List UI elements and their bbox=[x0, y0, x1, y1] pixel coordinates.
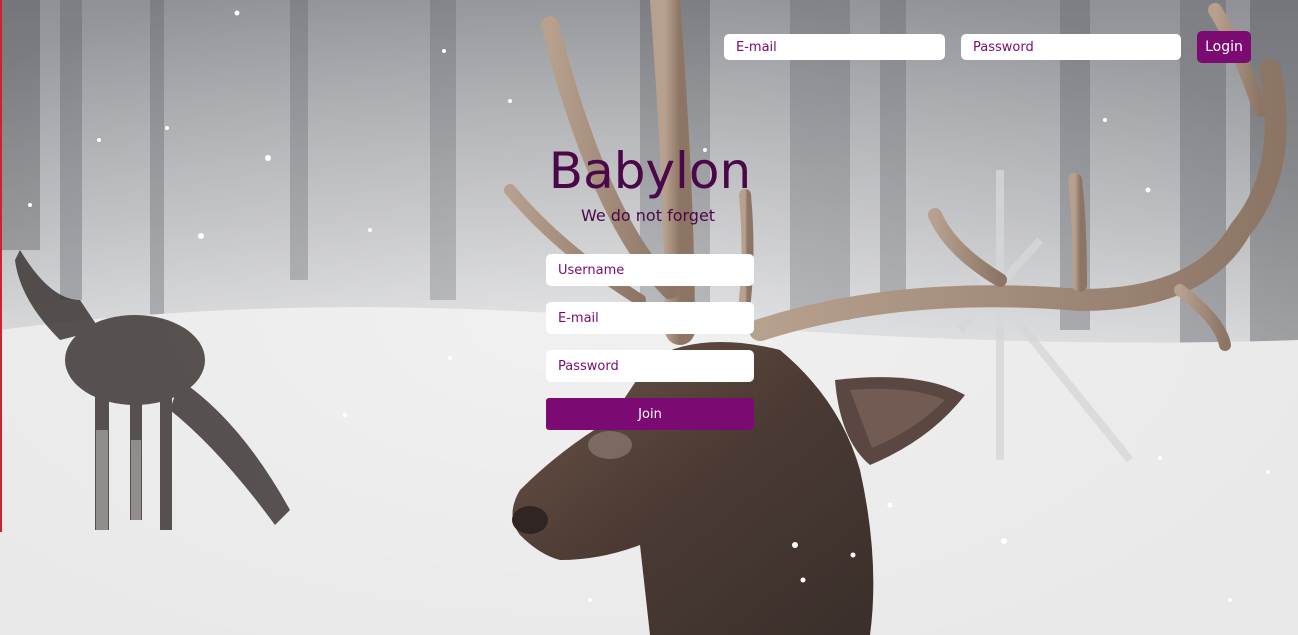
signup-password-input[interactable] bbox=[546, 350, 754, 382]
left-edge-line bbox=[0, 0, 2, 532]
join-button[interactable]: Join bbox=[546, 398, 754, 430]
site-tagline: We do not forget bbox=[580, 206, 716, 225]
signup-username-input[interactable] bbox=[546, 254, 754, 286]
login-email-input[interactable] bbox=[724, 34, 945, 60]
site-title: Babylon bbox=[548, 142, 752, 200]
login-password-input[interactable] bbox=[961, 34, 1181, 60]
signup-email-input[interactable] bbox=[546, 302, 754, 334]
page: Login Babylon We do not forget Join bbox=[0, 0, 1298, 635]
login-button[interactable]: Login bbox=[1197, 31, 1251, 63]
